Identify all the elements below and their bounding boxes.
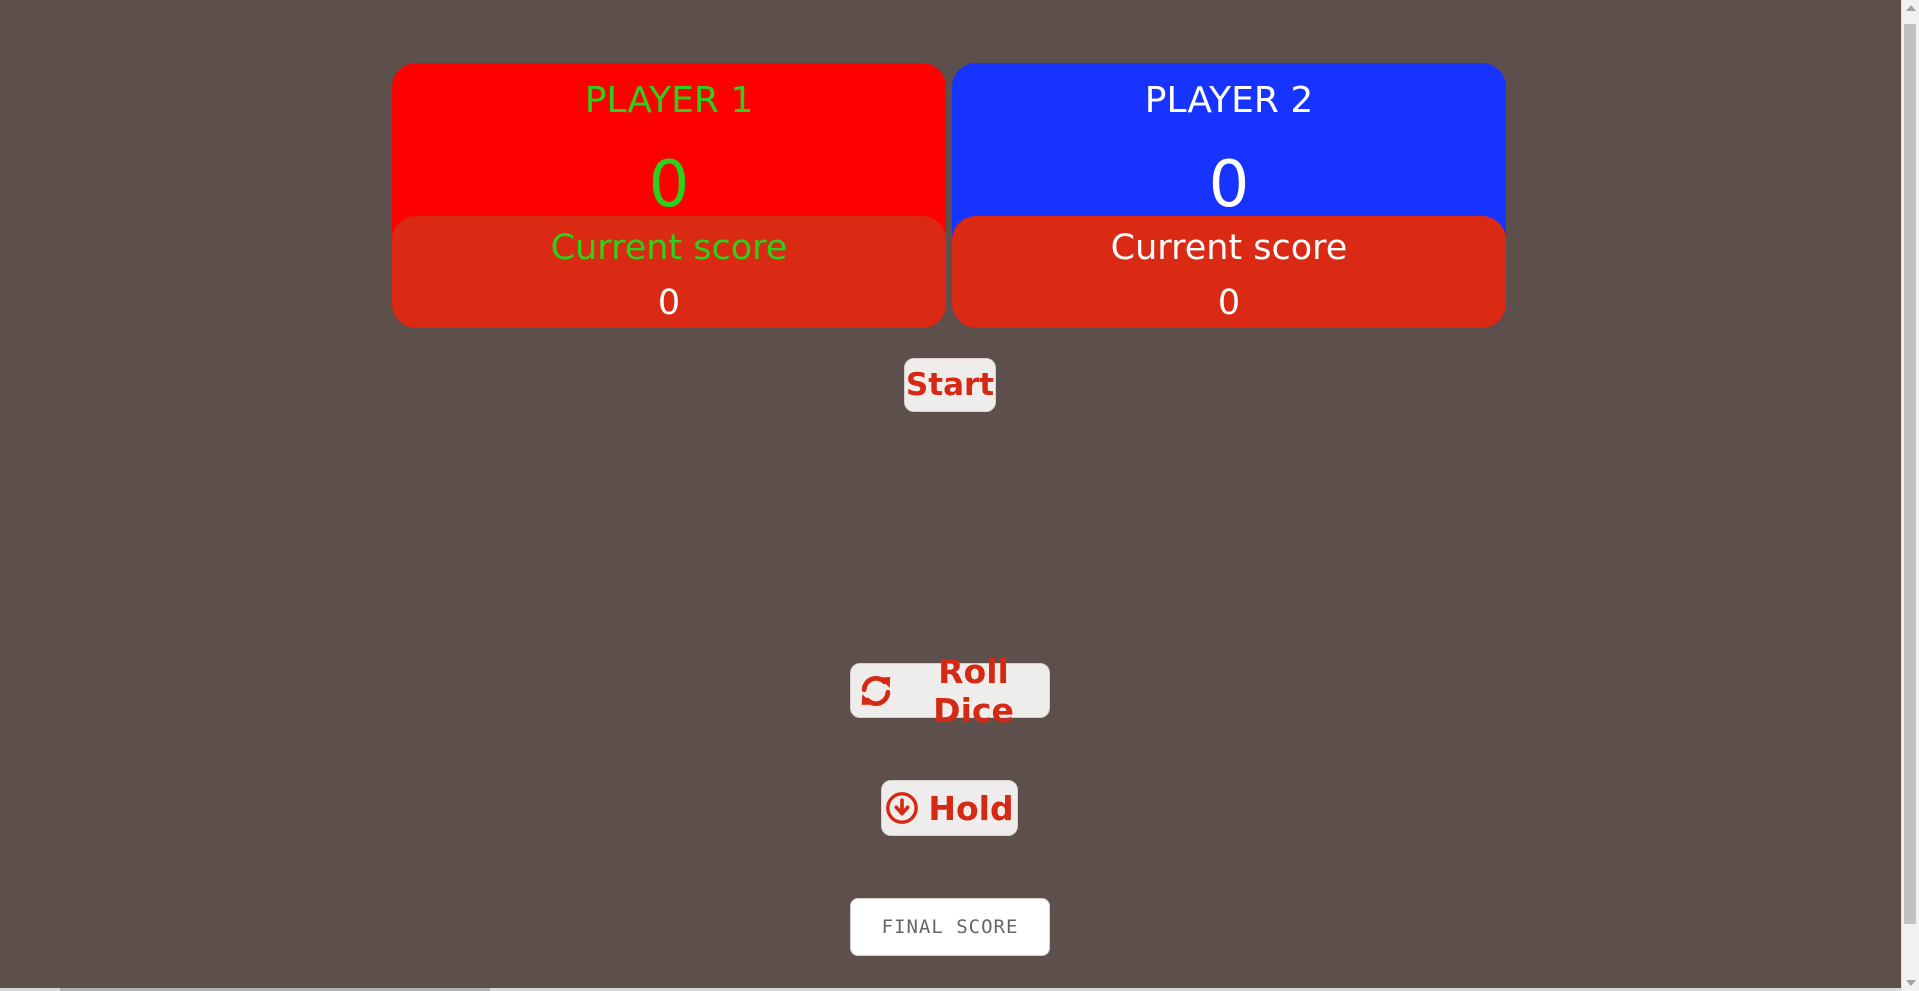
roll-dice-label: Roll Dice [933,651,1014,730]
player-1-current-score: 0 [657,283,681,323]
arrow-down-circle-icon [885,791,919,825]
scroll-up-arrow-icon[interactable] [1906,5,1916,11]
start-button[interactable]: Start [904,358,996,412]
refresh-icon [857,672,895,710]
hold-button[interactable]: Hold [881,780,1018,836]
player-2-name: PLAYER 2 [1144,80,1314,121]
game-page: PLAYER 1 0 Current score 0 PLAYER 2 0 Cu… [0,0,1919,991]
hold-label: Hold [928,788,1014,828]
player-1-panel: PLAYER 1 0 Current score 0 [392,63,946,328]
scrollbar-thumb[interactable] [1904,24,1916,924]
final-score-input[interactable] [850,898,1050,956]
vertical-scrollbar[interactable] [1901,0,1919,991]
player-2-panel: PLAYER 2 0 Current score 0 [952,63,1506,328]
scroll-down-arrow-icon[interactable] [1906,980,1916,986]
roll-dice-button[interactable]: Roll Dice [850,652,1050,730]
player-2-current-score: 0 [1217,283,1241,323]
start-button-label: Start [905,367,995,403]
player-1-current-label: Current score [550,228,788,268]
player-2-current-label: Current score [1110,228,1348,268]
player-1-current-box: Current score 0 [392,216,946,328]
player-1-name: PLAYER 1 [584,80,754,121]
player-2-current-box: Current score 0 [952,216,1506,328]
